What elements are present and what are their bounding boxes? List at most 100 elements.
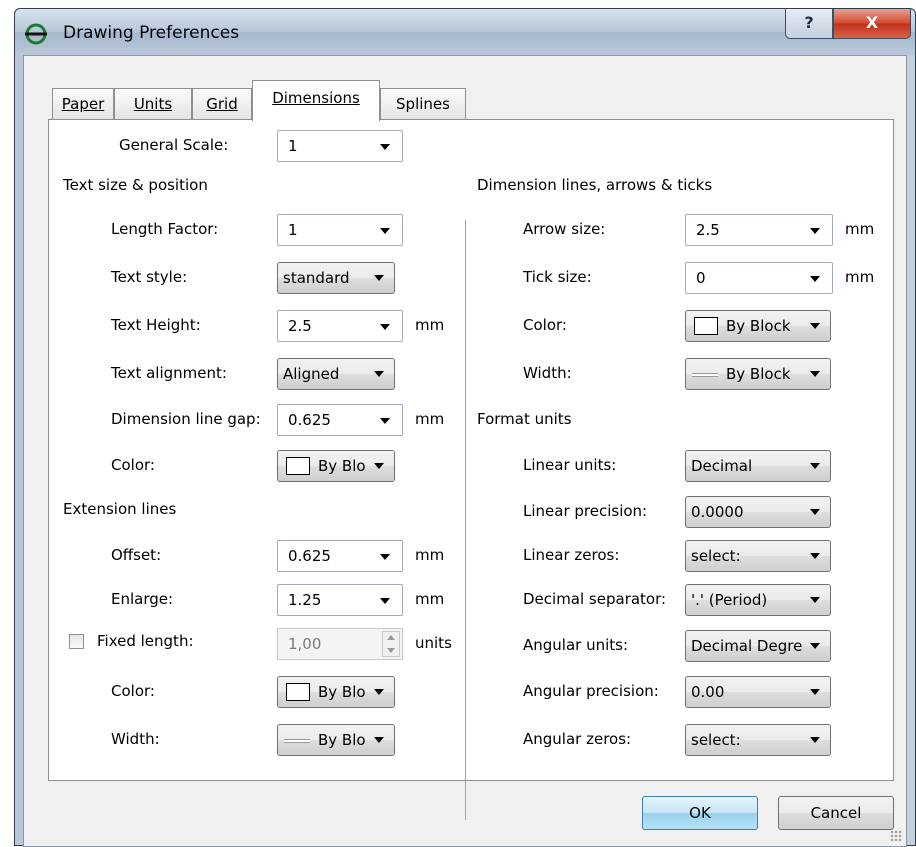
cancel-button[interactable]: Cancel (778, 796, 894, 830)
chevron-down-icon (374, 689, 384, 695)
text-alignment-dropdown[interactable]: Aligned (277, 358, 395, 390)
linear-zeros-dropdown[interactable]: select: (685, 540, 831, 572)
chevron-down-icon (810, 553, 820, 559)
chevron-down-icon (810, 276, 820, 282)
tab-paper-label: Paper (61, 95, 105, 113)
help-button[interactable]: ? (785, 9, 833, 39)
chevron-down-icon (380, 228, 390, 234)
ext-width-label: Width: (111, 730, 160, 748)
chevron-down-icon (374, 275, 384, 281)
dim-width-label: Width: (523, 364, 572, 382)
text-height-unit: mm (415, 316, 445, 334)
general-scale-value: 1 (288, 137, 298, 155)
offset-unit: mm (415, 546, 445, 564)
length-factor-combo[interactable]: 1 (277, 214, 403, 246)
fixed-length-checkbox[interactable] (69, 634, 84, 649)
decimal-separator-label: Decimal separator: (523, 590, 667, 608)
tab-splines[interactable]: Splines (380, 88, 466, 120)
angular-zeros-label: Angular zeros: (523, 730, 632, 748)
drawing-preferences-dialog: Drawing Preferences ? X Paper Units Grid… (14, 8, 916, 847)
line-width-icon (692, 373, 718, 377)
arrow-size-value: 2.5 (696, 221, 720, 239)
dimension-line-gap-combo[interactable]: 0.625 (277, 404, 403, 436)
chevron-down-icon (810, 509, 820, 515)
chevron-down-icon (380, 418, 390, 424)
chevron-down-icon (374, 737, 384, 743)
resize-grip-icon[interactable] (890, 830, 902, 842)
text-style-value: standard (283, 269, 350, 287)
text-style-label: Text style: (111, 268, 188, 286)
text-height-label: Text Height: (111, 316, 201, 334)
chevron-down-icon (380, 144, 390, 150)
linear-units-dropdown[interactable]: Decimal (685, 450, 831, 482)
tab-paper[interactable]: Paper (52, 88, 114, 120)
color-swatch (694, 317, 718, 335)
dim-section-heading: Dimension lines, arrows & ticks (477, 176, 713, 194)
general-scale-combo[interactable]: 1 (277, 130, 403, 162)
decimal-separator-dropdown[interactable]: '.' (Period) (685, 584, 831, 616)
column-divider (465, 220, 466, 820)
dimensions-panel: General Scale: 1 Text size & position Le… (48, 119, 894, 820)
chevron-down-icon (810, 737, 820, 743)
decimal-separator-value: '.' (Period) (691, 591, 768, 609)
linear-units-value: Decimal (691, 457, 753, 475)
angular-zeros-value: select: (691, 731, 741, 749)
dimension-line-gap-label: Dimension line gap: (111, 410, 261, 428)
format-section-heading: Format units (477, 410, 572, 428)
fixed-length-label[interactable]: Fixed length: (97, 632, 194, 650)
dim-width-dropdown[interactable]: By Block (685, 358, 831, 390)
dimension-line-gap-value: 0.625 (288, 411, 331, 429)
tab-dimensions-label: Dimensions (272, 89, 360, 107)
arrow-size-combo[interactable]: 2.5 (685, 214, 833, 246)
text-style-dropdown[interactable]: standard (277, 262, 395, 294)
offset-combo[interactable]: 0.625 (277, 540, 403, 572)
chevron-down-icon (810, 371, 820, 377)
fixed-length-value: 1,00 (288, 635, 322, 653)
angular-zeros-dropdown[interactable]: select: (685, 724, 831, 756)
ok-button[interactable]: OK (642, 796, 758, 830)
ext-color-label: Color: (111, 682, 155, 700)
arrow-size-label: Arrow size: (523, 220, 606, 238)
chevron-down-icon (374, 463, 384, 469)
tab-grid-label: Grid (206, 95, 238, 113)
linear-units-label: Linear units: (523, 456, 617, 474)
title-bar[interactable]: Drawing Preferences ? X (15, 9, 915, 55)
offset-label: Offset: (111, 546, 162, 564)
ext-width-dropdown[interactable]: By Bloc (277, 724, 395, 756)
linear-precision-dropdown[interactable]: 0.0000 (685, 496, 831, 528)
tick-size-value: 0 (696, 269, 706, 287)
text-alignment-label: Text alignment: (111, 364, 227, 382)
text-height-combo[interactable]: 2.5 (277, 310, 403, 342)
close-button[interactable]: X (833, 9, 911, 39)
chevron-down-icon (810, 643, 820, 649)
tab-dimensions[interactable]: Dimensions (252, 80, 380, 121)
ext-color-dropdown[interactable]: By Bloc (277, 676, 395, 708)
fixed-length-unit: units (415, 634, 452, 652)
chevron-down-icon (380, 554, 390, 560)
tick-size-unit: mm (845, 268, 875, 286)
linear-zeros-label: Linear zeros: (523, 546, 620, 564)
tab-units[interactable]: Units (114, 88, 192, 120)
dim-color-dropdown[interactable]: By Block (685, 310, 831, 342)
tab-units-label: Units (133, 95, 173, 113)
tab-splines-label: Splines (396, 95, 450, 113)
text-color-label: Color: (111, 456, 155, 474)
linear-precision-value: 0.0000 (691, 503, 744, 521)
tab-grid[interactable]: Grid (192, 88, 252, 120)
angular-units-value: Decimal Degre (691, 637, 803, 655)
spinner-buttons[interactable] (382, 631, 400, 657)
enlarge-combo[interactable]: 1.25 (277, 584, 403, 616)
fixed-length-spinner[interactable]: 1,00 (277, 628, 403, 660)
angular-precision-value: 0.00 (691, 683, 725, 701)
enlarge-value: 1.25 (288, 591, 322, 609)
tick-size-combo[interactable]: 0 (685, 262, 833, 294)
desktop-edge (0, 0, 14, 846)
angular-units-dropdown[interactable]: Decimal Degre (685, 630, 831, 662)
chevron-down-icon (810, 463, 820, 469)
offset-value: 0.625 (288, 547, 331, 565)
chevron-down-icon (374, 371, 384, 377)
text-color-dropdown[interactable]: By Bloc (277, 450, 395, 482)
angular-precision-dropdown[interactable]: 0.00 (685, 676, 831, 708)
dim-color-value: By Block (726, 317, 791, 335)
dimension-line-gap-unit: mm (415, 410, 445, 428)
